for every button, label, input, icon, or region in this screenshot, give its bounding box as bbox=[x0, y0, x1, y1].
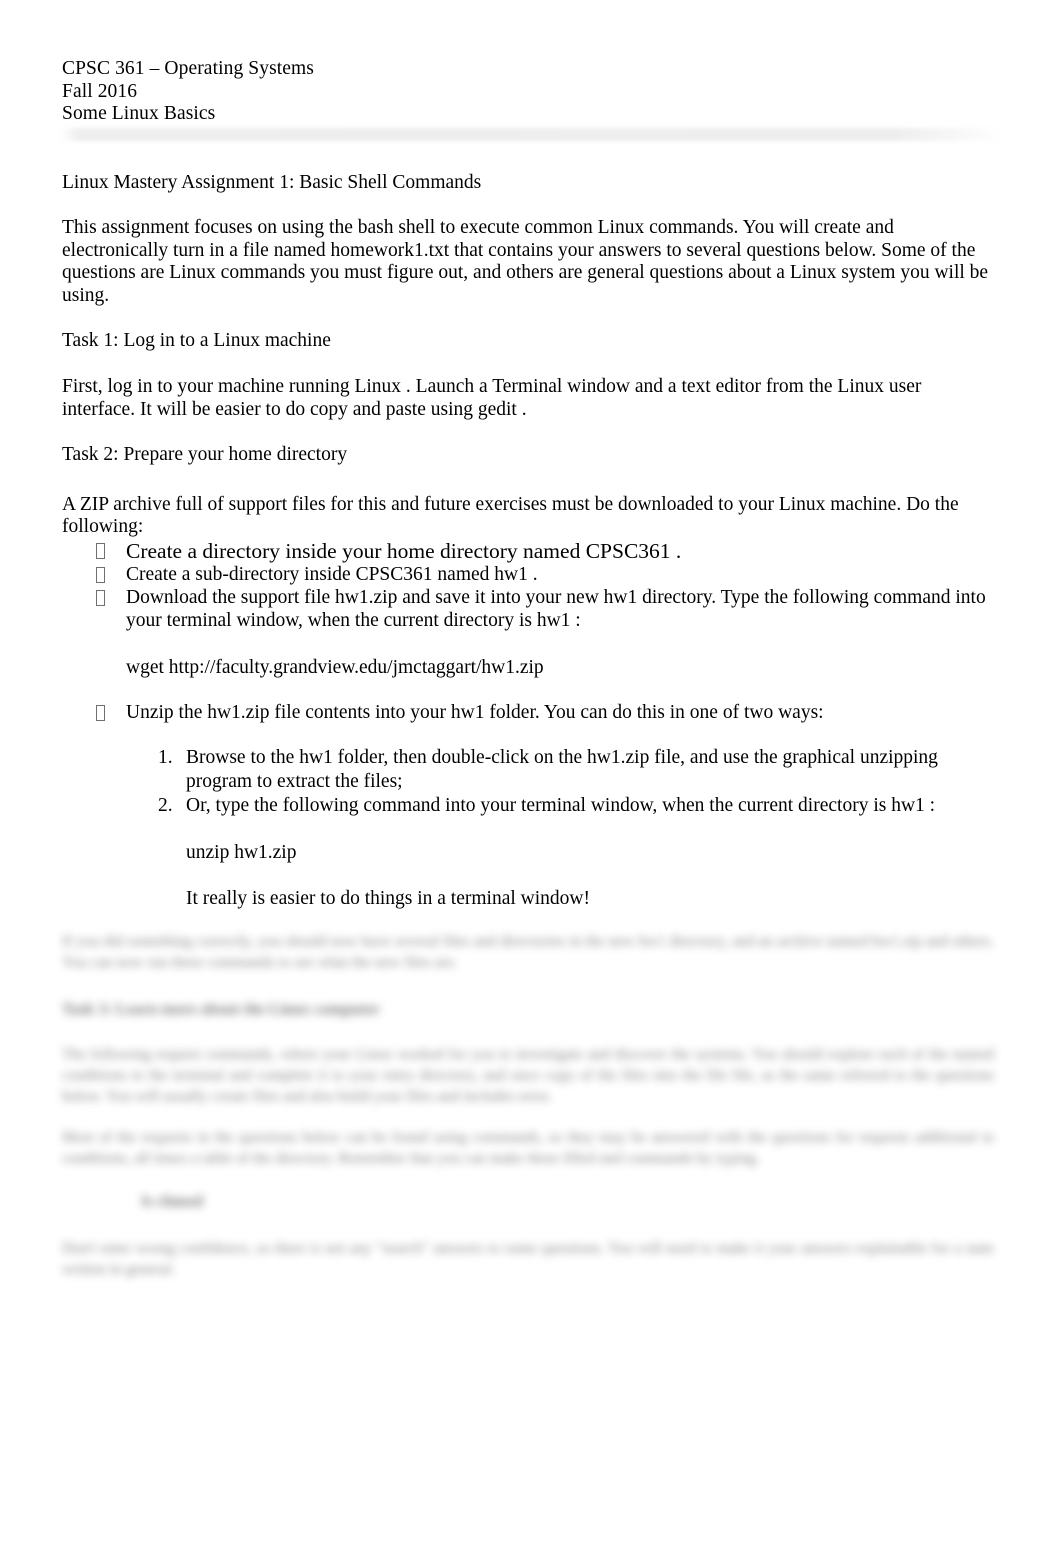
task2-heading: Task 2: Prepare your home directory bbox=[62, 444, 348, 466]
task2-closing-note: It really is easier to do things in a te… bbox=[186, 888, 590, 910]
list-item: Download the support file hw1.zip and sa… bbox=[62, 586, 994, 632]
header-subject-line: Some Linux Basics bbox=[62, 103, 216, 124]
list-item: Unzip the hw1.zip file contents into you… bbox=[62, 701, 994, 724]
list-item-label: Browse to the hw1 folder, then double-cl… bbox=[186, 747, 938, 793]
header-term-line: Fall 2016 bbox=[62, 80, 138, 102]
list-item: 2. Or, type the following command into y… bbox=[62, 794, 994, 818]
redacted-paragraph-2: The following request commands, where yo… bbox=[62, 1046, 994, 1106]
task2-bullet-list: Create a directory inside your home dire… bbox=[62, 539, 994, 632]
task1-heading: Task 1: Log in to a Linux machine bbox=[62, 330, 331, 352]
unzip-command-line: unzip hw1.zip bbox=[186, 842, 297, 864]
assignment-title: Linux Mastery Assignment 1: Basic Shell … bbox=[62, 171, 482, 193]
document-content: CPSC 361 – Operating Systems Fall 2016 S… bbox=[62, 58, 994, 1280]
bullet-tofu-icon bbox=[96, 543, 105, 560]
redacted-region: If you did something correctly, you shou… bbox=[62, 931, 994, 1280]
task1-body: First, log in to your machine running Li… bbox=[62, 376, 922, 420]
list-item-label: Unzip the hw1.zip file contents into you… bbox=[126, 702, 824, 724]
redacted-paragraph-4: Don't enter wrong confidence, so there i… bbox=[62, 1240, 994, 1279]
list-item-label: Download the support file hw1.zip and sa… bbox=[126, 587, 986, 632]
list-item: Create a directory inside your home dire… bbox=[62, 539, 994, 563]
task2-unzip-bullet-list: Unzip the hw1.zip file contents into you… bbox=[62, 701, 994, 724]
list-item: Create a sub-directory inside CPSC361 na… bbox=[62, 563, 994, 586]
task2-numbered-list: 1. Browse to the hw1 folder, then double… bbox=[62, 746, 994, 818]
bullet-tofu-icon bbox=[96, 705, 105, 722]
redacted-paragraph-1: If you did something correctly, you shou… bbox=[62, 933, 994, 972]
bullet-tofu-icon bbox=[96, 590, 105, 607]
document-page: CPSC 361 – Operating Systems Fall 2016 S… bbox=[0, 0, 1062, 1561]
wget-command-line: wget http://faculty.grandview.edu/jmctag… bbox=[126, 657, 544, 679]
header-course-line: CPSC 361 – Operating Systems bbox=[62, 58, 314, 79]
redacted-indented-line: ls chmod bbox=[142, 1193, 203, 1211]
list-item-label: Create a directory inside your home dire… bbox=[126, 539, 682, 564]
list-item-number: 1. bbox=[158, 747, 173, 769]
list-item-label: Or, type the following command into your… bbox=[186, 795, 936, 817]
task2-body: A ZIP archive full of support files for … bbox=[62, 493, 959, 538]
document-header: CPSC 361 – Operating Systems Fall 2016 S… bbox=[62, 58, 994, 126]
list-item: 1. Browse to the hw1 folder, then double… bbox=[62, 746, 994, 794]
list-item-label: Create a sub-directory inside CPSC361 na… bbox=[126, 564, 538, 586]
redacted-heading: Task 3: Learn more about the Linux compu… bbox=[62, 1001, 380, 1019]
bullet-tofu-icon bbox=[96, 567, 105, 584]
list-item-number: 2. bbox=[158, 795, 173, 817]
intro-paragraph: This assignment focuses on using the bas… bbox=[62, 217, 989, 306]
redacted-paragraph-3: Most of the requests in the questions be… bbox=[62, 1129, 994, 1168]
